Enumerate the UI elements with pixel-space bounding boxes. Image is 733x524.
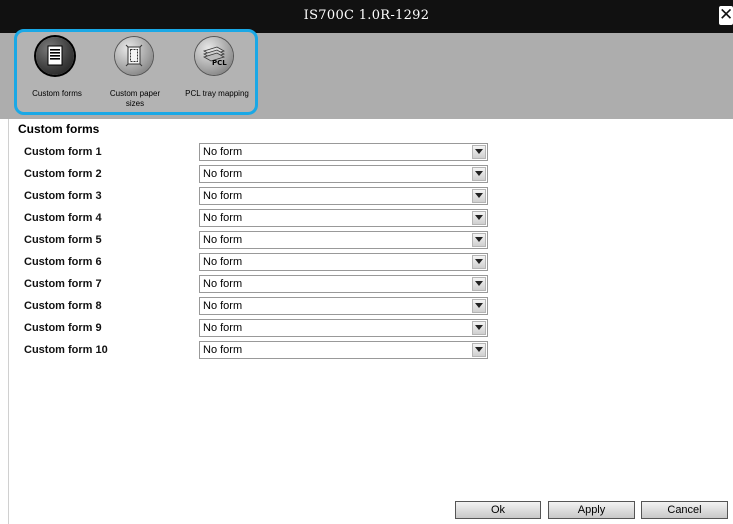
select-value: No form [203,190,243,202]
chevron-down-icon[interactable] [472,299,486,313]
tool-label: Custom forms [32,89,82,98]
tool-label: PCL tray mapping [185,89,249,98]
form-label: Custom form 9 [24,322,102,334]
select-value: No form [203,212,243,224]
chevron-down-icon[interactable] [472,145,486,159]
cancel-button[interactable]: Cancel [641,501,728,519]
form-label: Custom form 6 [24,256,102,268]
document-icon [36,37,74,75]
form-select[interactable]: No form [199,165,488,183]
form-label: Custom form 7 [24,278,102,290]
pcl-tray-icon: PCL [195,37,233,75]
form-select[interactable]: No form [199,231,488,249]
chevron-down-icon[interactable] [472,233,486,247]
select-value: No form [203,344,243,356]
select-value: No form [203,256,243,268]
form-select[interactable]: No form [199,143,488,161]
chevron-down-icon[interactable] [472,321,486,335]
form-label: Custom form 5 [24,234,102,246]
select-value: No form [203,146,243,158]
select-value: No form [203,300,243,312]
chevron-down-icon[interactable] [472,343,486,357]
paper-size-icon [115,37,153,75]
form-label: Custom form 8 [24,300,102,312]
chevron-down-icon[interactable] [472,211,486,225]
form-label: Custom form 4 [24,212,102,224]
chevron-down-icon[interactable] [472,167,486,181]
section-title: Custom forms [18,122,100,136]
form-label: Custom form 10 [24,344,108,356]
select-value: No form [203,168,243,180]
form-select[interactable]: No form [199,275,488,293]
form-select[interactable]: No form [199,187,488,205]
form-label: Custom form 2 [24,168,102,180]
form-select[interactable]: No form [199,297,488,315]
select-value: No form [203,278,243,290]
close-icon[interactable]: ✕ [719,6,733,25]
app-window: IS700C 1.0R-1292 ✕ Custom forms Custom p… [0,0,733,524]
form-label: Custom form 1 [24,146,102,158]
apply-button[interactable]: Apply [548,501,635,519]
chevron-down-icon[interactable] [472,189,486,203]
form-select[interactable]: No form [199,319,488,337]
svg-text:PCL: PCL [212,59,227,67]
chevron-down-icon[interactable] [472,277,486,291]
select-value: No form [203,322,243,334]
toolbar-group: Custom forms Custom paper sizes PCL PCL … [14,29,258,115]
left-divider [8,119,9,524]
form-label: Custom form 3 [24,190,102,202]
ok-button[interactable]: Ok [455,501,541,519]
window-title: IS700C 1.0R-1292 [303,8,430,23]
chevron-down-icon[interactable] [472,255,486,269]
form-select[interactable]: No form [199,341,488,359]
form-select[interactable]: No form [199,253,488,271]
form-select[interactable]: No form [199,209,488,227]
tool-label: Custom paper sizes [109,89,161,108]
select-value: No form [203,234,243,246]
